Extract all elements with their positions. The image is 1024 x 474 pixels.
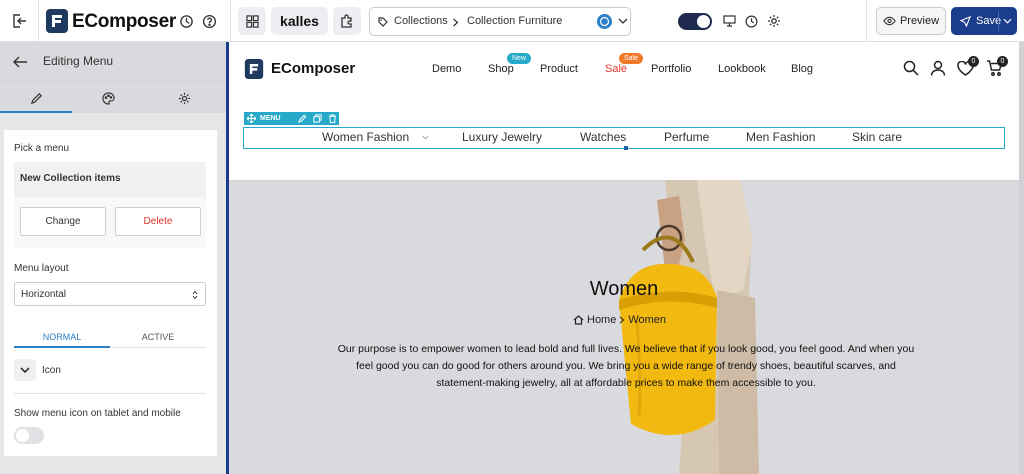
puzzle-icon: [341, 14, 352, 28]
menu-layout-value: Horizontal: [21, 289, 67, 300]
chevron-down-icon: [20, 366, 30, 373]
menu-layout-select[interactable]: Horizontal: [14, 282, 206, 306]
icon-section-toggle[interactable]: [14, 359, 36, 381]
ecomposer-logo-icon: [46, 9, 68, 33]
delete-menu-button[interactable]: Delete: [115, 207, 201, 236]
palette-icon: [101, 91, 115, 105]
pencil-icon: [30, 92, 42, 104]
site-logo-text: EComposer: [271, 60, 356, 77]
canvas-scrollbar[interactable]: [1019, 42, 1024, 474]
site-logo-icon: [244, 59, 264, 79]
desktop-icon[interactable]: [722, 14, 736, 28]
eye-icon: [883, 16, 896, 26]
sidebar-header: Editing Menu: [0, 42, 226, 81]
nav-shop[interactable]: Shop: [488, 63, 514, 75]
breadcrumb: Home Women: [573, 314, 666, 326]
preview-button[interactable]: Preview: [876, 7, 946, 35]
search-icon[interactable]: [903, 60, 919, 76]
duplicate-icon[interactable]: [313, 114, 322, 123]
tab-active[interactable]: ACTIVE: [110, 326, 206, 348]
model-with-yellow-bag-image: [619, 180, 759, 474]
resize-handle[interactable]: [624, 146, 628, 150]
breadcrumb-home[interactable]: Home: [587, 314, 616, 326]
save-dropdown-chevron-icon[interactable]: [1003, 18, 1012, 24]
editor-sidebar: Editing Menu Pick a menu New Collection …: [0, 42, 226, 474]
collection-hero: Women Home Women Our purpose is to empow…: [229, 180, 1019, 474]
chevron-right-icon: [453, 18, 459, 27]
nav-lookbook[interactable]: Lookbook: [718, 63, 766, 75]
tab-content[interactable]: [0, 82, 72, 114]
nav-demo[interactable]: Demo: [432, 63, 461, 75]
move-icon[interactable]: [247, 114, 256, 123]
chevron-right-icon: [619, 316, 625, 324]
top-toolbar: EComposer kalles Collections Collection …: [0, 0, 1024, 42]
nav-portfolio[interactable]: Portfolio: [651, 63, 691, 75]
change-menu-button[interactable]: Change: [20, 207, 106, 236]
wishlist-count: 0: [968, 56, 979, 67]
preview-label: Preview: [899, 15, 940, 27]
new-badge: New: [507, 53, 532, 64]
tab-style[interactable]: [72, 82, 144, 114]
tab-advanced[interactable]: [148, 82, 220, 114]
select-arrows-icon: [192, 290, 198, 300]
hero-description: Our purpose is to empower women to lead …: [337, 343, 915, 389]
page-section: Collections: [394, 15, 448, 27]
menu-item-skin-care[interactable]: Skin care: [852, 130, 902, 144]
save-button[interactable]: Save: [951, 7, 1017, 35]
theme-button[interactable]: kalles: [271, 7, 328, 35]
mobile-icon-label: Show menu icon on tablet and mobile: [14, 408, 181, 419]
selected-menu-name: New Collection items: [20, 173, 121, 184]
sale-badge: Sale: [619, 53, 644, 64]
selected-menu-box: New Collection items Change Delete: [14, 162, 206, 248]
page-name: Collection Furniture: [467, 15, 563, 27]
menu-element-toolbar: MENU: [244, 112, 339, 125]
pick-menu-label: Pick a menu: [14, 143, 70, 154]
apps-button[interactable]: [333, 7, 361, 35]
menu-item-perfume[interactable]: Perfume: [664, 130, 709, 144]
menu-item-men-fashion[interactable]: Men Fashion: [746, 130, 815, 144]
help-icon[interactable]: [201, 13, 217, 29]
sidebar-title: Editing Menu: [43, 54, 114, 68]
menu-item-women-fashion[interactable]: Women Fashion: [322, 130, 409, 144]
trash-icon[interactable]: [328, 114, 337, 123]
send-icon: [960, 15, 971, 27]
page-selector[interactable]: Collections Collection Furniture: [369, 7, 631, 36]
breadcrumb-current: Women: [628, 314, 667, 326]
chevron-down-icon: [618, 18, 628, 24]
menu-item-luxury-jewelry[interactable]: Luxury Jewelry: [462, 130, 542, 144]
menu-item-watches[interactable]: Watches: [580, 130, 626, 144]
app-name: EComposer: [72, 11, 176, 32]
sidebar-tabs: [0, 81, 226, 113]
history-icon[interactable]: [178, 13, 194, 29]
exit-icon[interactable]: [10, 12, 28, 30]
menu-settings-panel: Pick a menu New Collection items Change …: [4, 130, 217, 456]
back-arrow-icon[interactable]: [12, 54, 28, 70]
clock-icon[interactable]: [744, 14, 758, 28]
nav-blog[interactable]: Blog: [791, 63, 813, 75]
globe-status-icon: [597, 14, 612, 29]
menu-layout-label: Menu layout: [14, 263, 69, 274]
tab-normal[interactable]: NORMAL: [14, 326, 110, 348]
grid-icon: [245, 14, 259, 28]
dark-mode-toggle[interactable]: [678, 13, 712, 30]
home-icon: [573, 315, 584, 325]
hero-title: Women: [589, 278, 659, 300]
nav-sale[interactable]: Sale: [605, 63, 627, 75]
settings-gear-icon[interactable]: [767, 14, 781, 28]
gear-icon: [178, 92, 190, 104]
icon-section-label: Icon: [42, 365, 61, 376]
tag-icon: [378, 17, 388, 27]
cart-count: 0: [997, 56, 1008, 67]
nav-product[interactable]: Product: [540, 63, 578, 75]
mobile-icon-toggle[interactable]: [14, 427, 44, 444]
page-preview-canvas: EComposer Demo Shop New Product Sale Sal…: [229, 42, 1019, 474]
theme-name: kalles: [280, 13, 319, 29]
sections-grid-button[interactable]: [238, 7, 266, 35]
account-icon[interactable]: [930, 60, 946, 76]
edit-pencil-icon[interactable]: [298, 114, 307, 123]
menu-element-tag: MENU: [260, 115, 281, 122]
submenu-chevron-icon: [422, 135, 429, 140]
